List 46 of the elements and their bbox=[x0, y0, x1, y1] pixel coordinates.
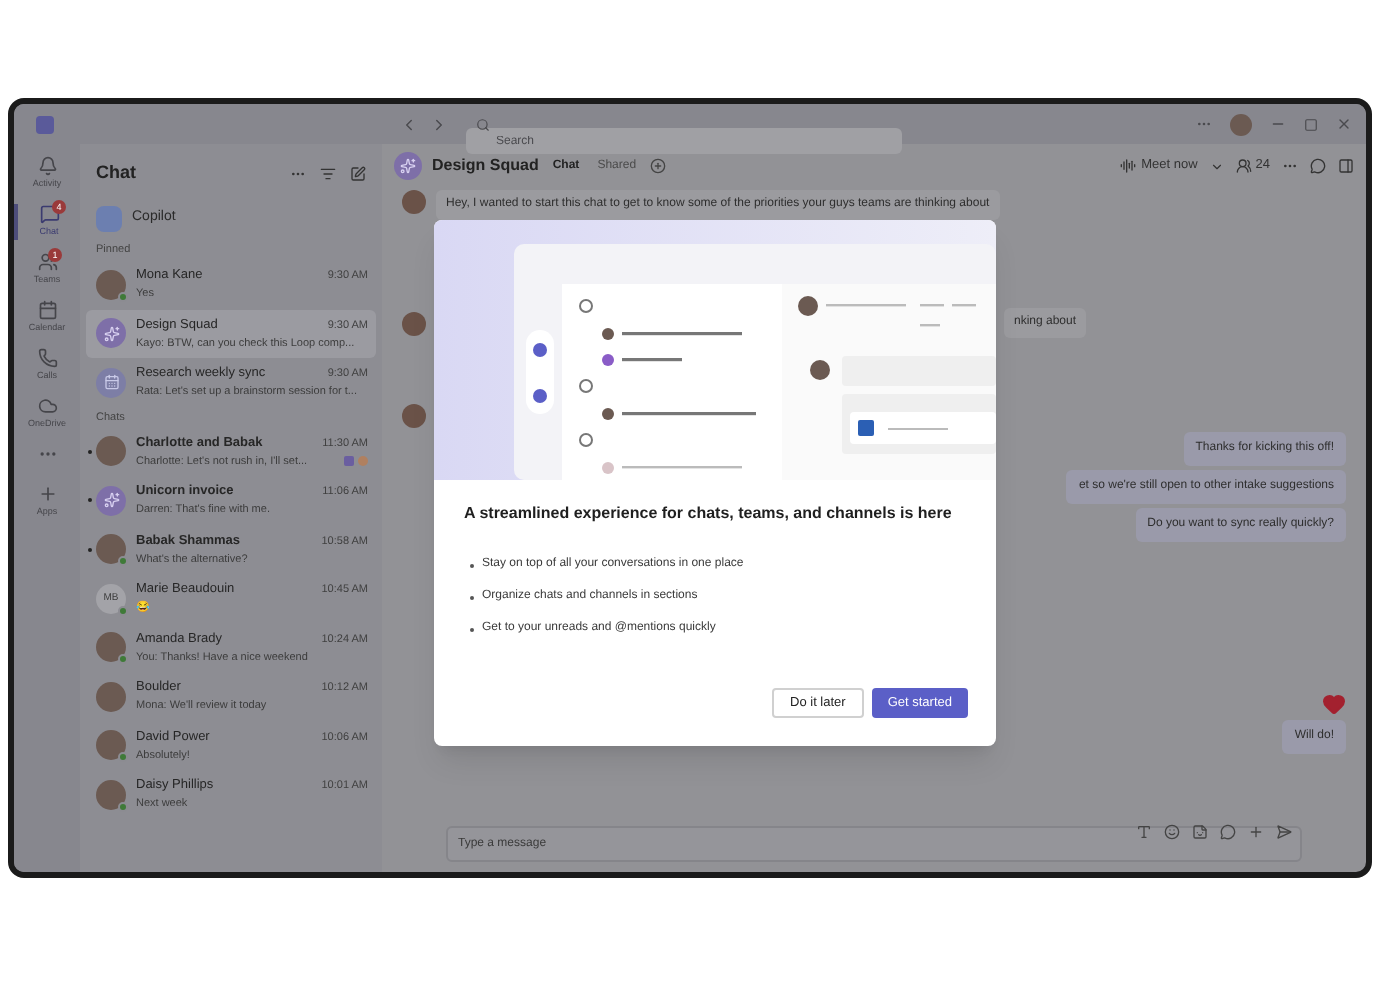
people-icon bbox=[1235, 158, 1252, 174]
back-icon[interactable] bbox=[400, 115, 418, 133]
group-avatar-icon bbox=[96, 318, 126, 349]
avatar-placeholder bbox=[96, 779, 126, 810]
avatar-placeholder bbox=[96, 436, 126, 467]
avatar-placeholder bbox=[96, 681, 126, 712]
waveform-icon bbox=[1119, 158, 1136, 174]
maximize-icon[interactable] bbox=[1304, 117, 1318, 131]
phone-icon bbox=[37, 348, 57, 368]
sticker-icon[interactable] bbox=[1192, 824, 1208, 840]
filter-icon[interactable] bbox=[320, 166, 336, 182]
format-icon[interactable] bbox=[1136, 824, 1152, 840]
group-avatar-icon bbox=[96, 485, 126, 516]
loop-icon[interactable] bbox=[1220, 824, 1236, 840]
calendar-icon bbox=[37, 300, 57, 320]
new-chat-icon[interactable] bbox=[350, 166, 366, 182]
emoji-icon[interactable] bbox=[1164, 824, 1180, 840]
bell-icon bbox=[37, 156, 57, 176]
avatar-placeholder bbox=[96, 730, 126, 761]
side-panel-icon[interactable] bbox=[1338, 158, 1354, 174]
chat-icon bbox=[39, 204, 59, 224]
add-tab-icon[interactable] bbox=[650, 158, 667, 174]
conversation-title: Design Squad bbox=[432, 154, 539, 178]
group-avatar-icon bbox=[394, 152, 422, 180]
close-icon[interactable] bbox=[1336, 116, 1352, 132]
panel-title: Chat bbox=[96, 160, 136, 187]
forward-icon[interactable] bbox=[430, 115, 448, 133]
avatar-placeholder bbox=[402, 190, 426, 214]
search-icon bbox=[476, 117, 490, 131]
cloud-icon bbox=[37, 396, 57, 416]
plus-icon[interactable] bbox=[1248, 824, 1264, 840]
avatar-placeholder bbox=[96, 269, 126, 300]
meeting-avatar-icon bbox=[96, 367, 126, 398]
avatar-placeholder bbox=[96, 534, 126, 565]
avatar-placeholder bbox=[402, 311, 426, 335]
copilot-logo-icon bbox=[96, 205, 122, 231]
dialog-title: A streamlined experience for chats, teams, and channels is here bbox=[464, 502, 954, 524]
plus-icon bbox=[37, 484, 57, 504]
caret-icon[interactable] bbox=[1209, 159, 1224, 173]
heart-icon bbox=[1322, 692, 1346, 716]
app-logo-icon bbox=[36, 115, 54, 133]
profile-avatar[interactable] bbox=[1230, 113, 1252, 135]
avatar-placeholder bbox=[96, 632, 126, 663]
avatar-placeholder bbox=[402, 404, 426, 428]
send-icon[interactable] bbox=[1276, 824, 1292, 840]
chat-bubble-icon[interactable] bbox=[1310, 158, 1326, 174]
